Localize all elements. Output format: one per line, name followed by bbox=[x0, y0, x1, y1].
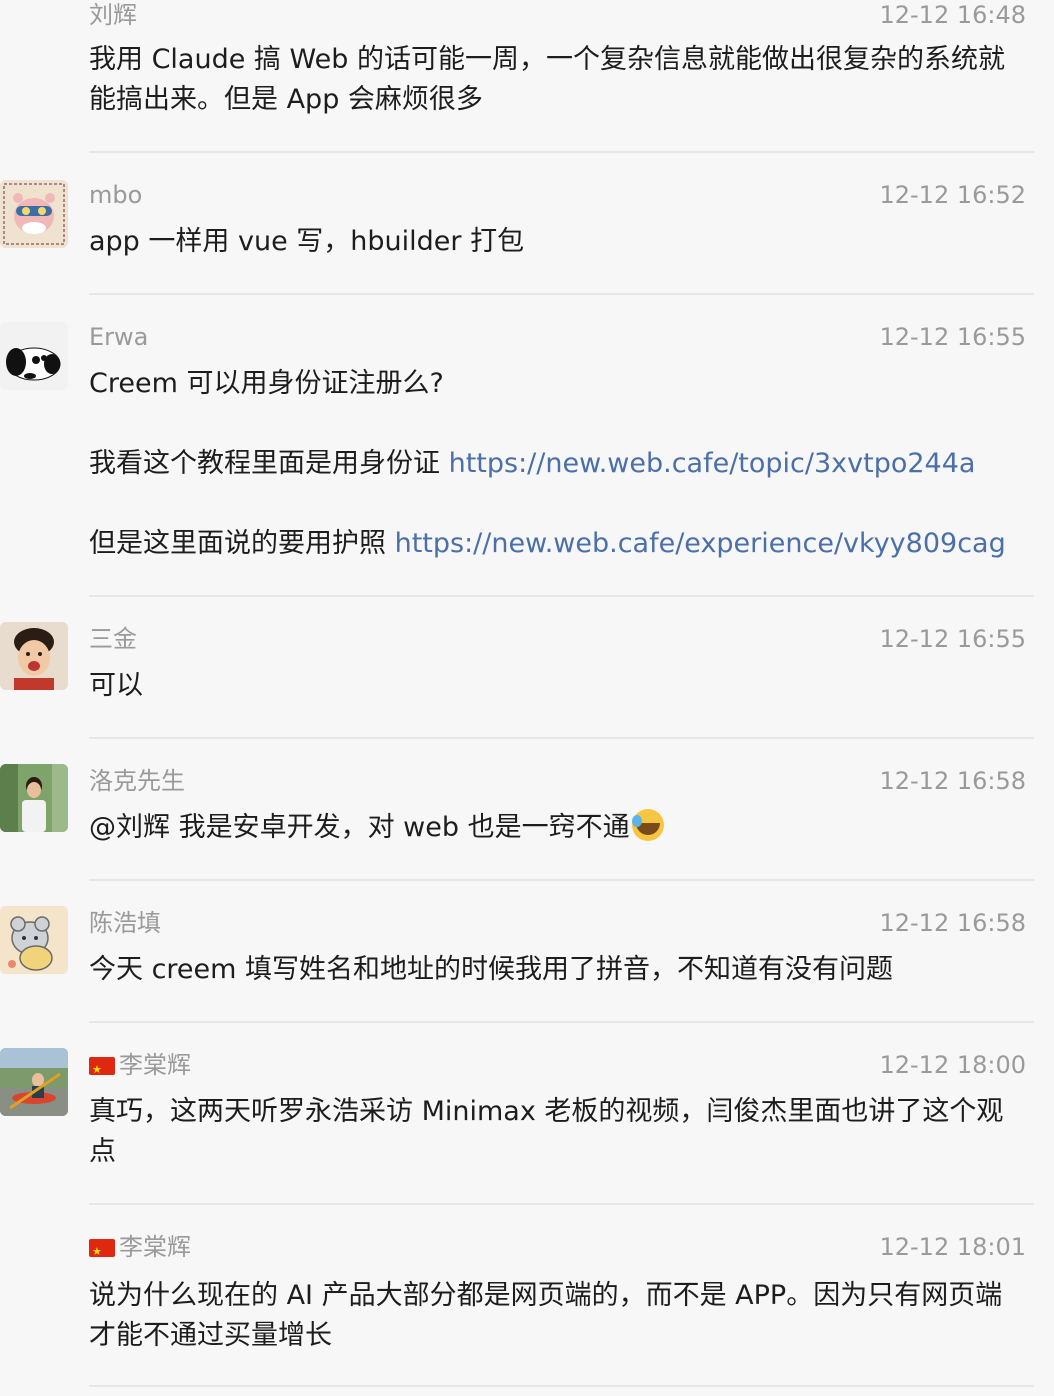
message-text-line: Creem 可以用身份证注册么? bbox=[89, 368, 444, 399]
message-text: 但是这里面说的要用护照 bbox=[89, 528, 395, 559]
chat-message-list[interactable]: 刘辉 12-12 16:48 我用 Claude 搞 Web 的话可能一周，一个… bbox=[0, 0, 1054, 1396]
message-text: 我看这个教程里面是用身份证 bbox=[89, 448, 449, 479]
china-flag-icon bbox=[89, 1237, 115, 1267]
avatar[interactable] bbox=[0, 1048, 68, 1116]
avatar[interactable] bbox=[0, 180, 68, 248]
message-text: 可以 bbox=[89, 670, 143, 701]
message-text: 真巧，这两天听罗永浩采访 Minimax 老板的视频，闫俊杰里面也讲了这个观点 bbox=[89, 1096, 1004, 1167]
sender-name[interactable]: 三金 bbox=[89, 624, 137, 654]
message-divider bbox=[89, 737, 1034, 739]
avatar-image bbox=[0, 764, 68, 832]
sender-name[interactable]: 洛克先生 bbox=[89, 766, 185, 796]
avatar-image bbox=[0, 622, 68, 690]
message-divider bbox=[89, 1021, 1034, 1023]
avatar[interactable] bbox=[0, 622, 68, 690]
message-divider bbox=[89, 293, 1034, 295]
message-timestamp: 12-12 16:55 bbox=[879, 323, 1026, 351]
sender-name[interactable]: 李棠辉 bbox=[89, 1050, 191, 1085]
avatar-image bbox=[0, 1048, 68, 1116]
message-text-line: 我看这个教程里面是用身份证 https://new.web.cafe/topic… bbox=[89, 444, 1024, 484]
sender-name[interactable]: 李棠辉 bbox=[89, 1232, 191, 1267]
avatar-image bbox=[0, 180, 68, 248]
avatar-image bbox=[0, 322, 68, 390]
message-text: 我用 Claude 搞 Web 的话可能一周，一个复杂信息就能做出很复杂的系统就… bbox=[89, 44, 1005, 115]
message-text: app 一样用 vue 写，hbuilder 打包 bbox=[89, 226, 525, 257]
message-divider bbox=[89, 1385, 1034, 1387]
message-timestamp: 12-12 16:58 bbox=[879, 767, 1026, 795]
message-text: 说为什么现在的 AI 产品大部分都是网页端的，而不是 APP。因为只有网页端才能… bbox=[89, 1280, 1003, 1351]
message-timestamp: 12-12 16:52 bbox=[879, 181, 1026, 209]
message-text: 今天 creem 填写姓名和地址的时候我用了拼音，不知道有没有问题 bbox=[89, 954, 894, 985]
sender-name[interactable]: 刘辉 bbox=[89, 0, 137, 30]
message-timestamp: 12-12 16:55 bbox=[879, 625, 1026, 653]
message-text: @刘辉 我是安卓开发，对 web 也是一窍不通 bbox=[89, 812, 630, 843]
message-timestamp: 12-12 18:00 bbox=[879, 1051, 1026, 1079]
message-link[interactable]: https://new.web.cafe/topic/3xvtpo244a bbox=[449, 448, 976, 479]
avatar[interactable] bbox=[0, 322, 68, 390]
avatar[interactable] bbox=[0, 906, 68, 974]
sender-name[interactable]: Erwa bbox=[89, 322, 148, 352]
rolling-on-floor-laughing-emoji bbox=[631, 809, 664, 841]
sender-name[interactable]: mbo bbox=[89, 180, 142, 210]
sender-name-text: 李棠辉 bbox=[119, 1233, 191, 1261]
message-divider bbox=[89, 151, 1034, 153]
sender-name[interactable]: 陈浩填 bbox=[89, 908, 161, 938]
message-timestamp: 12-12 16:58 bbox=[879, 909, 1026, 937]
message-link[interactable]: https://new.web.cafe/experience/vkyy809c… bbox=[395, 528, 1006, 559]
avatar[interactable] bbox=[0, 764, 68, 832]
message-timestamp: 12-12 18:01 bbox=[879, 1233, 1026, 1261]
avatar-image bbox=[0, 906, 68, 974]
message-text-line: @刘辉 我是安卓开发，对 web 也是一窍不通 bbox=[89, 808, 1024, 848]
message-divider bbox=[89, 595, 1034, 597]
sender-name-text: 李棠辉 bbox=[119, 1051, 191, 1079]
message-text-line: 但是这里面说的要用护照 https://new.web.cafe/experie… bbox=[89, 524, 1024, 564]
message-divider bbox=[89, 879, 1034, 881]
message-timestamp: 12-12 16:48 bbox=[879, 1, 1026, 29]
china-flag-icon bbox=[89, 1055, 115, 1085]
message-divider bbox=[89, 1203, 1034, 1205]
